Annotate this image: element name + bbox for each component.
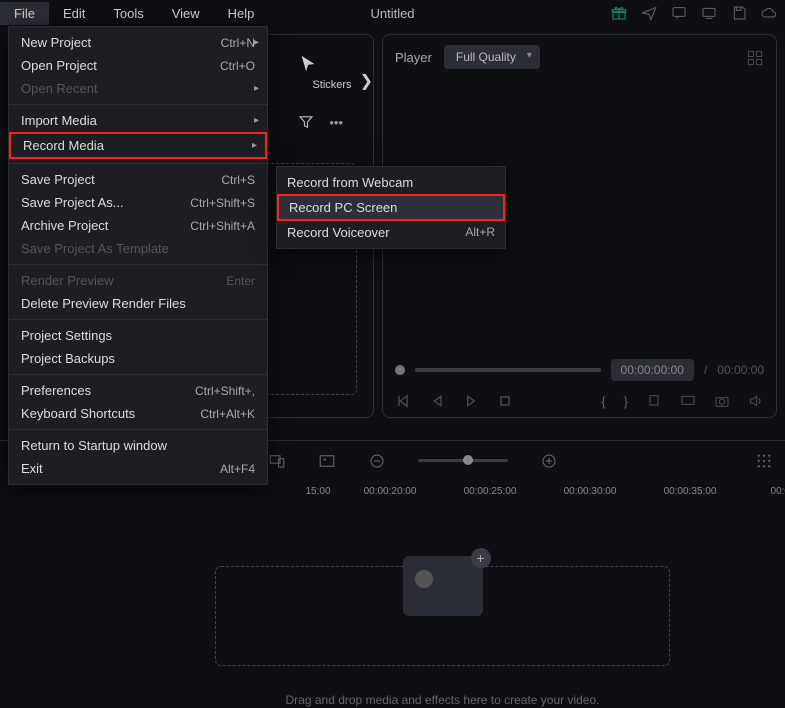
panel-next-arrow[interactable]: ❯	[360, 71, 373, 91]
image-icon[interactable]	[318, 452, 336, 470]
quality-dropdown[interactable]: Full Quality	[444, 45, 540, 69]
menu-save-project[interactable]: Save ProjectCtrl+S	[9, 168, 267, 191]
chevron-right-icon: ▸	[254, 83, 259, 94]
menu-file[interactable]: File	[0, 2, 49, 25]
ruler-tick: 00:00:20:00	[340, 484, 440, 497]
menu-project-settings[interactable]: Project Settings	[9, 324, 267, 347]
chat-icon[interactable]	[671, 5, 687, 21]
separator	[9, 163, 267, 164]
marker-icon[interactable]	[646, 393, 662, 409]
timeline-tracks[interactable]: + Drag and drop media and effects here t…	[0, 504, 785, 684]
brace-right-icon[interactable]: }	[624, 394, 628, 409]
time-separator: /	[704, 363, 707, 377]
camera-icon[interactable]	[714, 393, 730, 409]
file-dropdown-menu: New ProjectCtrl+N▸ Open ProjectCtrl+O Op…	[8, 26, 268, 485]
player-label: Player	[395, 50, 432, 65]
timeline-drop-zone[interactable]: + Drag and drop media and effects here t…	[215, 566, 670, 666]
menu-new-project[interactable]: New ProjectCtrl+N▸	[9, 31, 267, 54]
menu-render-preview: Render PreviewEnter	[9, 269, 267, 292]
ruler-tick: 00:00:30:00	[540, 484, 640, 497]
menu-open-recent: Open Recent▸	[9, 77, 267, 100]
record-media-submenu: Record from Webcam Record PC Screen Reco…	[276, 166, 506, 249]
display-icon[interactable]	[680, 393, 696, 409]
filter-icon[interactable]	[297, 113, 315, 131]
brace-left-icon[interactable]: {	[601, 394, 605, 409]
cloud-icon[interactable]	[761, 5, 777, 21]
current-time: 00:00:00:00	[611, 359, 694, 381]
playhead-dot[interactable]	[395, 365, 405, 375]
chevron-right-icon: ▸	[254, 37, 259, 48]
menu-delete-preview[interactable]: Delete Preview Render Files	[9, 292, 267, 315]
sticker-label: Stickers	[297, 79, 367, 91]
ruler-tick: 00:00:25:00	[440, 484, 540, 497]
more-icon[interactable]: •••	[329, 115, 343, 130]
total-time: 00:00:00	[717, 363, 764, 377]
menu-edit[interactable]: Edit	[49, 2, 99, 25]
drop-hint-text: Drag and drop media and effects here to …	[286, 693, 600, 707]
menu-archive-project[interactable]: Archive ProjectCtrl+Shift+A	[9, 214, 267, 237]
plane-icon[interactable]	[641, 5, 657, 21]
ruler-tick: 00:00:35:00	[640, 484, 740, 497]
menu-exit[interactable]: ExitAlt+F4	[9, 457, 267, 480]
top-menu-bar: File Edit Tools View Help Untitled	[0, 0, 785, 26]
chevron-right-icon: ▸	[254, 115, 259, 126]
menu-preferences[interactable]: PreferencesCtrl+Shift+,	[9, 379, 267, 402]
volume-icon[interactable]	[748, 393, 764, 409]
zoom-slider[interactable]	[418, 459, 508, 462]
progress-bar[interactable]	[415, 368, 601, 372]
cursor-sticker-icon	[297, 53, 319, 75]
add-media-button[interactable]: +	[471, 548, 491, 568]
zoom-out-icon[interactable]	[368, 452, 386, 470]
chevron-right-icon: ▸	[252, 140, 257, 151]
stop-icon[interactable]	[497, 393, 513, 409]
devices-icon[interactable]	[268, 452, 286, 470]
menu-view[interactable]: View	[158, 2, 214, 25]
menu-project-backups[interactable]: Project Backups	[9, 347, 267, 370]
save-icon[interactable]	[731, 5, 747, 21]
ruler-tick: 00:00:40	[740, 484, 785, 497]
menu-save-template: Save Project As Template	[9, 237, 267, 260]
gift-icon[interactable]	[611, 5, 627, 21]
submenu-record-voiceover[interactable]: Record VoiceoverAlt+R	[277, 221, 505, 244]
play-icon[interactable]	[463, 393, 479, 409]
separator	[9, 319, 267, 320]
zoom-slider-thumb[interactable]	[463, 455, 473, 465]
zoom-in-icon[interactable]	[540, 452, 558, 470]
menu-tools[interactable]: Tools	[99, 2, 157, 25]
document-title: Untitled	[370, 6, 414, 21]
menu-save-project-as[interactable]: Save Project As...Ctrl+Shift+S	[9, 191, 267, 214]
menu-open-project[interactable]: Open ProjectCtrl+O	[9, 54, 267, 77]
separator	[9, 374, 267, 375]
separator	[9, 264, 267, 265]
menu-import-media[interactable]: Import Media▸	[9, 109, 267, 132]
play-back-icon[interactable]	[429, 393, 445, 409]
dot-grid-icon[interactable]	[755, 452, 773, 470]
separator	[9, 104, 267, 105]
media-placeholder-icon[interactable]: +	[403, 556, 483, 616]
layout-grid-icon[interactable]	[746, 49, 764, 67]
submenu-record-pc-screen[interactable]: Record PC Screen	[277, 194, 505, 221]
submenu-record-webcam[interactable]: Record from Webcam	[277, 171, 505, 194]
tab-stickers[interactable]: Stickers	[297, 53, 367, 91]
menu-return-startup[interactable]: Return to Startup window	[9, 434, 267, 457]
separator	[9, 429, 267, 430]
screen-icon[interactable]	[701, 5, 717, 21]
prev-frame-icon[interactable]	[395, 393, 411, 409]
menu-record-media[interactable]: Record Media▸	[9, 132, 267, 159]
menu-help[interactable]: Help	[214, 2, 269, 25]
menu-keyboard-shortcuts[interactable]: Keyboard ShortcutsCtrl+Alt+K	[9, 402, 267, 425]
